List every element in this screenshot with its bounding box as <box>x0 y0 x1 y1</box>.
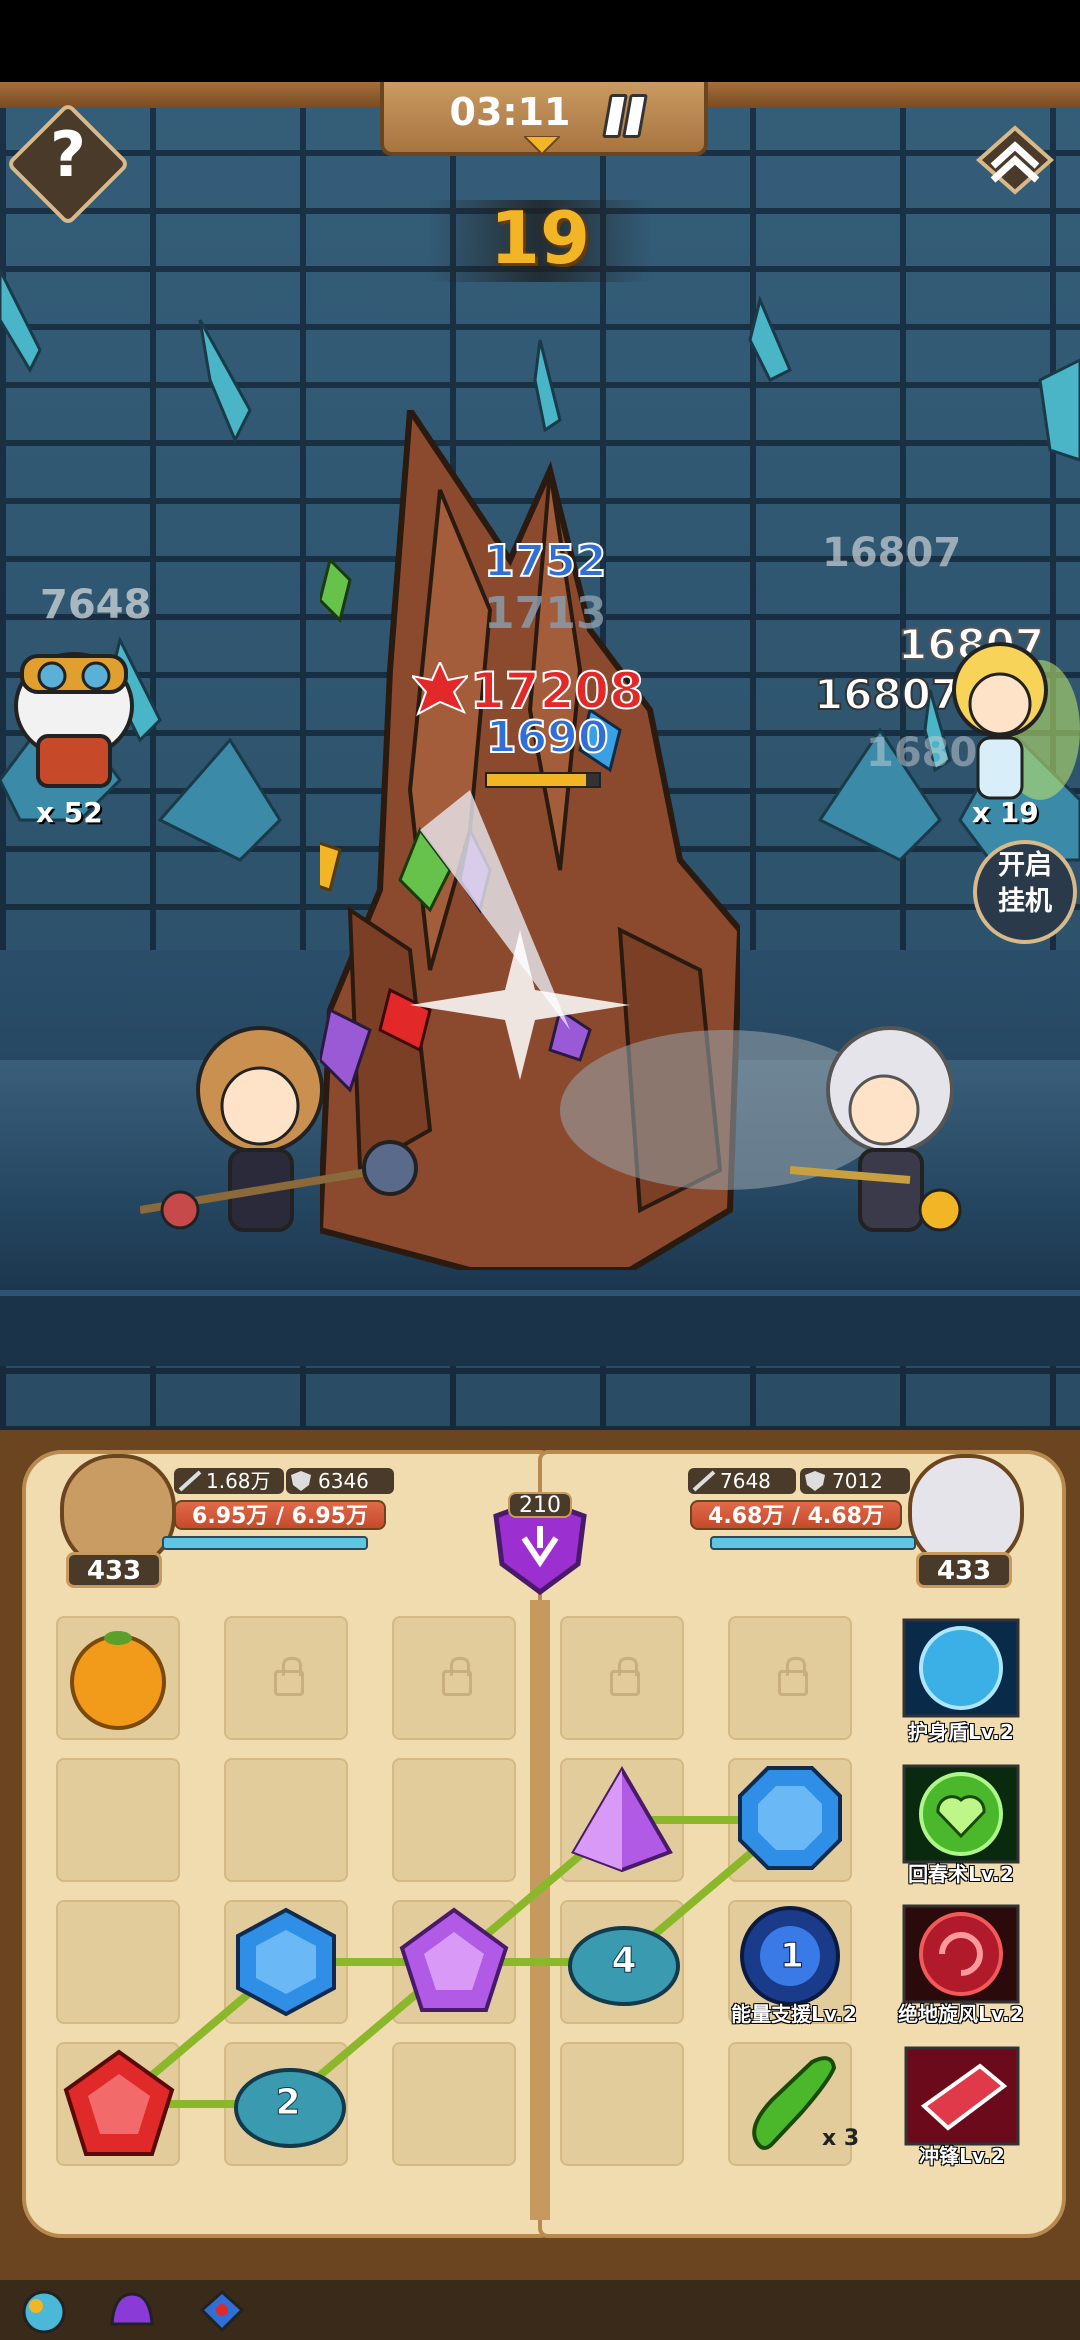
charge-skill-icon[interactable] <box>904 2046 1020 2146</box>
left-hero-level: 433 <box>66 1552 162 1588</box>
damage-number: 1690 <box>485 711 609 764</box>
help-icon[interactable]: ? <box>38 118 98 198</box>
board-cell[interactable] <box>56 1758 180 1882</box>
auto-battle-label-line1: 开启 <box>998 850 1052 881</box>
lock-icon <box>274 1657 304 1696</box>
hero-fox-girl-mace[interactable] <box>140 1010 440 1250</box>
ally-bear-pilot[interactable] <box>4 636 144 796</box>
lock-icon <box>442 1657 472 1696</box>
blue-amulet-icon[interactable] <box>196 2288 248 2334</box>
board-cell[interactable] <box>560 2042 684 2166</box>
floor-edge <box>0 1290 1080 1366</box>
shield-icon <box>291 1471 311 1491</box>
skill-label: 冲锋Lv.2 <box>919 2144 1005 2168</box>
skill-label: 绝地旋风Lv.2 <box>898 2002 1024 2026</box>
right-hero-hp-bar: 4.68万 / 4.68万 <box>690 1500 902 1530</box>
pause-button[interactable] <box>600 88 652 138</box>
purple-pentagon-gem-icon[interactable] <box>398 1906 510 2018</box>
red-pentagon-gem-icon[interactable] <box>62 2048 176 2160</box>
wave-number: 19 <box>489 196 591 280</box>
game-screen: 03:11 ? 19 1752 1713 17208 1690 7648 x 5… <box>0 0 1080 2340</box>
board-cell[interactable] <box>224 1758 348 1882</box>
lock-icon <box>778 1657 808 1696</box>
ally-damage-number: 7648 <box>40 582 152 628</box>
timer-text: 03:11 <box>449 90 571 134</box>
ally-fairy[interactable] <box>930 620 1080 810</box>
damage-number: 1713 <box>484 588 607 639</box>
orb-item-icon[interactable] <box>18 2288 70 2334</box>
slime-level-number: 2 <box>275 2082 301 2124</box>
left-hero-hp-bar: 6.95万 / 6.95万 <box>174 1500 386 1530</box>
whirlwind-skill-icon[interactable] <box>902 1904 1020 2004</box>
auto-battle-label[interactable]: 开启 挂机 <box>978 848 1072 938</box>
critical-hit-icon <box>412 662 468 717</box>
cucumber-count: x 3 <box>822 2126 860 2151</box>
timer-pointer-icon <box>524 136 560 156</box>
enemy-hp-fill <box>487 774 586 786</box>
crest-value: 210 <box>508 1492 572 1518</box>
board-spine <box>530 1600 550 2220</box>
purple-pyramid-gem-icon[interactable] <box>570 1766 674 1874</box>
shield-icon <box>805 1471 825 1491</box>
heal-skill-icon[interactable] <box>902 1764 1020 1864</box>
skill-badge-number: 1 <box>780 1936 805 1977</box>
skill-label: 能量支援Lv.2 <box>731 2002 857 2026</box>
hero-white-hair-gunner[interactable] <box>790 1010 990 1260</box>
ally-count: x 52 <box>36 796 103 829</box>
lock-icon <box>610 1657 640 1696</box>
board-cell[interactable] <box>392 1758 516 1882</box>
orange-item-icon[interactable] <box>64 1624 172 1732</box>
sword-icon <box>692 1470 716 1492</box>
blue-hexagon-gem-icon[interactable] <box>232 1906 340 2018</box>
collapse-up-icon[interactable] <box>975 120 1055 200</box>
board-cell[interactable] <box>56 1900 180 2024</box>
blue-octagon-gem-icon[interactable] <box>736 1764 844 1872</box>
left-hero-energy-bar <box>162 1536 368 1550</box>
status-bar-area <box>0 0 1080 82</box>
right-hero-level: 433 <box>916 1552 1012 1588</box>
ally-count: x 19 <box>972 796 1039 829</box>
auto-battle-label-line2: 挂机 <box>998 886 1052 917</box>
skill-label: 回春术Lv.2 <box>908 1862 1014 1886</box>
ally-damage-number: 16807 <box>822 530 962 576</box>
shield-skill-icon[interactable] <box>902 1618 1020 1718</box>
right-hero-energy-bar <box>710 1536 916 1550</box>
enemy-hp-bar <box>485 772 601 788</box>
bottom-toolbar <box>0 2280 1080 2340</box>
slime-level-number: 4 <box>611 1940 637 1982</box>
purple-helmet-icon[interactable] <box>106 2288 158 2334</box>
damage-number: 1752 <box>483 535 607 588</box>
sword-icon <box>178 1470 202 1492</box>
skill-label: 护身盾Lv.2 <box>908 1720 1014 1744</box>
board-cell[interactable] <box>392 2042 516 2166</box>
